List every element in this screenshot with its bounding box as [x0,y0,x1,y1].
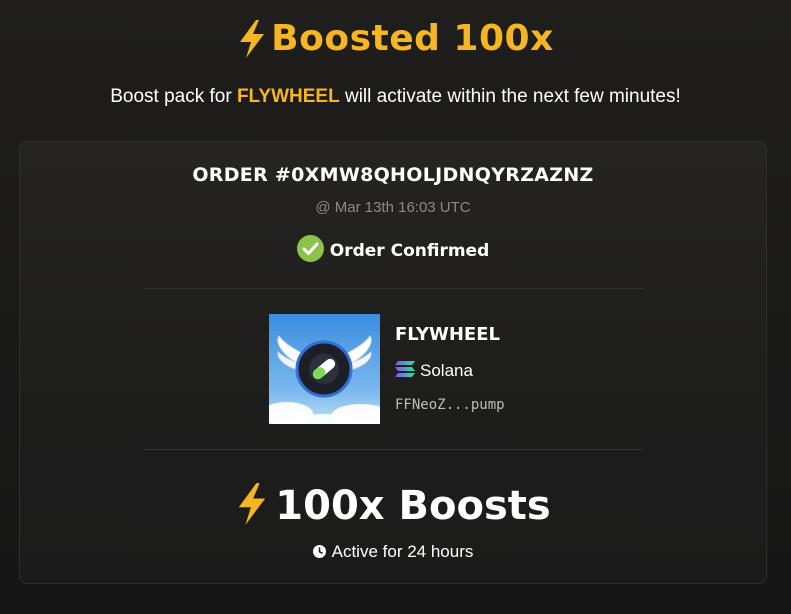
divider [144,449,644,450]
subtitle-token-name: FLYWHEEL [236,86,340,107]
lightning-bolt-icon [237,19,267,59]
subtitle: Boost pack for FLYWHEEL will activate wi… [0,86,791,108]
page-title: Boosted 100x [0,18,791,59]
check-circle-icon [296,235,324,266]
order-card: ORDER #0XMW8QHOLJDNQYRZAZNZ @ Mar 13th 1… [19,141,767,584]
order-status: Order Confirmed [20,235,766,266]
winged-wheel-icon [269,314,380,424]
subtitle-suffix: will activate within the next few minute… [339,86,681,107]
solana-icon [395,361,415,381]
token-name: FLYWHEEL [395,324,500,345]
token-address: FFNeoZ...pump [395,397,505,413]
boost-amount: 100x Boosts [20,482,766,530]
boost-amount-text: 100x Boosts [275,483,551,529]
order-timestamp: @ Mar 13th 16:03 UTC [315,199,471,216]
clock-icon [312,543,326,562]
chain-name: Solana [420,361,473,380]
title-text: Boosted 100x [271,18,554,59]
boost-duration: Active for 24 hours [20,542,766,562]
subtitle-prefix: Boost pack for [110,86,237,107]
boost-duration-text: Active for 24 hours [331,542,474,561]
order-id: ORDER #0XMW8QHOLJDNQYRZAZNZ [192,164,594,186]
chain-info: Solana [395,361,473,381]
order-status-text: Order Confirmed [329,240,490,261]
lightning-bolt-icon [235,482,269,530]
divider [144,288,644,289]
